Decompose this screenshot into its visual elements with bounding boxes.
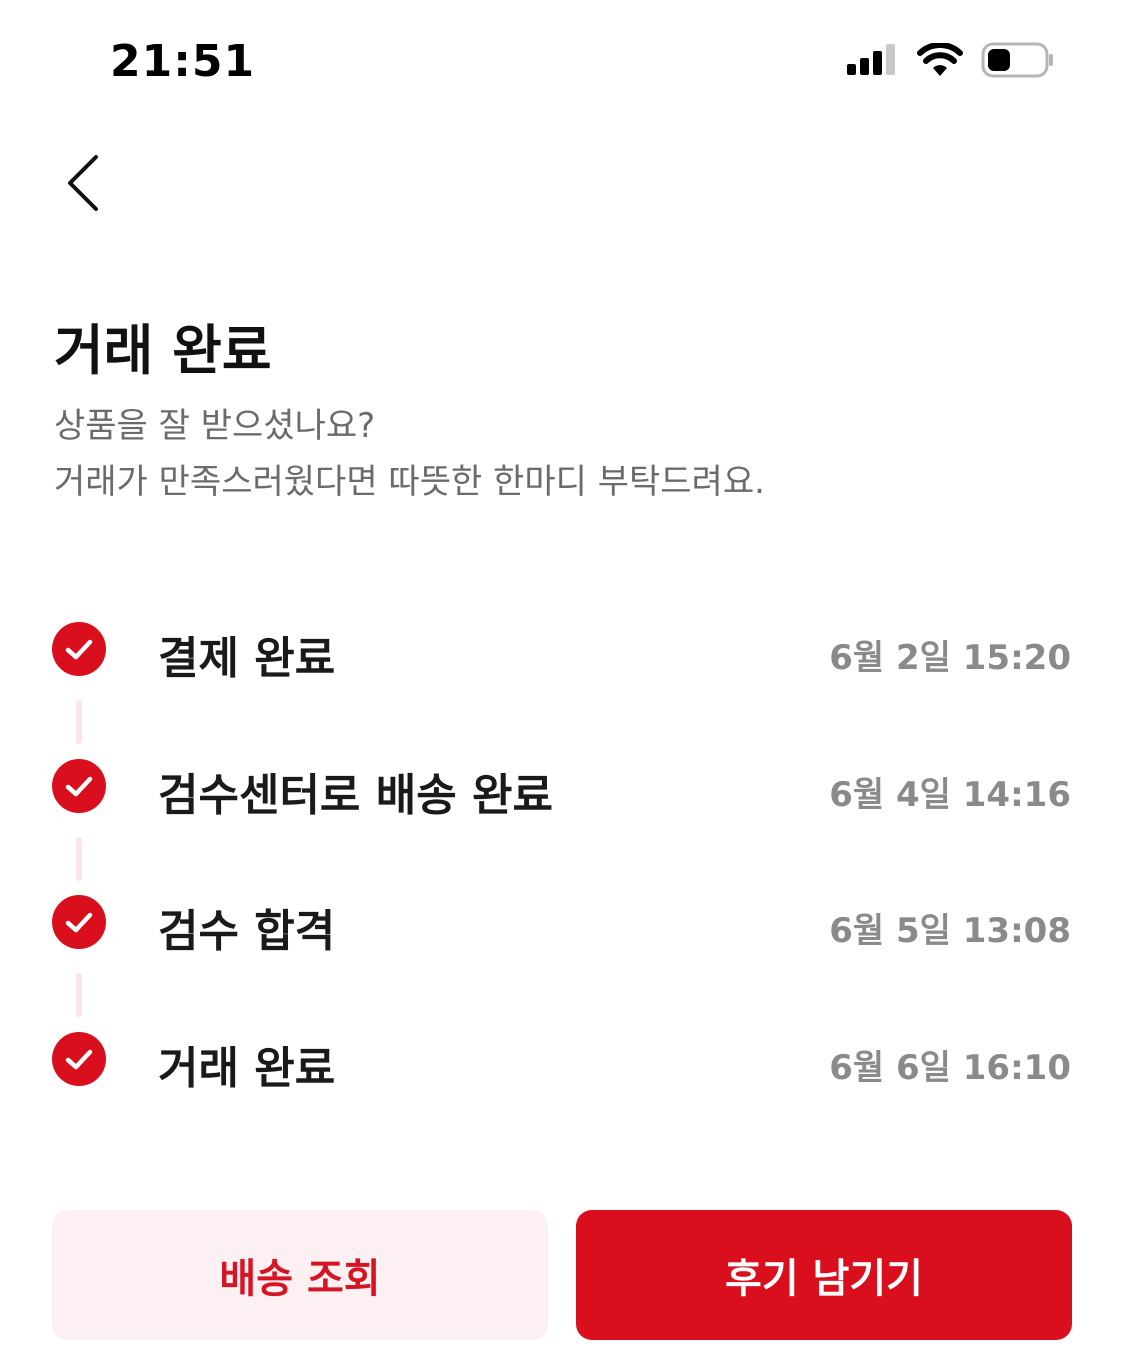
chevron-left-icon [62,153,102,217]
check-circle-icon [52,895,106,949]
check-circle-icon [52,622,106,676]
status-bar: 21:51 [0,0,1125,120]
step-label: 검수센터로 배송 완료 [158,770,553,821]
track-delivery-button[interactable]: 배송 조회 [52,1210,548,1340]
wifi-icon [917,42,963,81]
write-review-button[interactable]: 후기 남기기 [576,1210,1072,1340]
status-icons [847,42,1055,82]
check-circle-icon [52,1032,106,1086]
subtitle-line-1: 상품을 잘 받으셨나요? [54,406,376,446]
timeline-step-inspection-passed: 검수 합격 6월 5일 13:08 [0,873,1125,973]
page-subtitle: 상품을 잘 받으셨나요? 거래가 만족스러웠다면 따뜻한 한마디 부탁드려요. [54,398,765,510]
cellular-signal-icon [847,44,899,80]
back-button[interactable] [52,150,112,220]
status-time: 21:51 [110,36,256,87]
battery-icon [981,42,1055,82]
timeline-step-payment: 결제 완료 6월 2일 15:20 [0,600,1125,700]
step-time: 6월 4일 14:16 [829,775,1071,815]
step-label: 검수 합격 [158,906,336,957]
step-time: 6월 2일 15:20 [829,638,1071,678]
step-time: 6월 5일 13:08 [829,911,1071,951]
timeline-step-transaction-complete: 거래 완료 6월 6일 16:10 [0,1010,1125,1110]
step-time: 6월 6일 16:10 [829,1048,1071,1088]
step-label: 거래 완료 [158,1043,336,1094]
page-title: 거래 완료 [54,319,272,382]
check-circle-icon [52,759,106,813]
subtitle-line-2: 거래가 만족스러웠다면 따뜻한 한마디 부탁드려요. [54,462,765,502]
timeline-step-delivered-to-inspection: 검수센터로 배송 완료 6월 4일 14:16 [0,737,1125,837]
step-label: 결제 완료 [158,633,336,684]
